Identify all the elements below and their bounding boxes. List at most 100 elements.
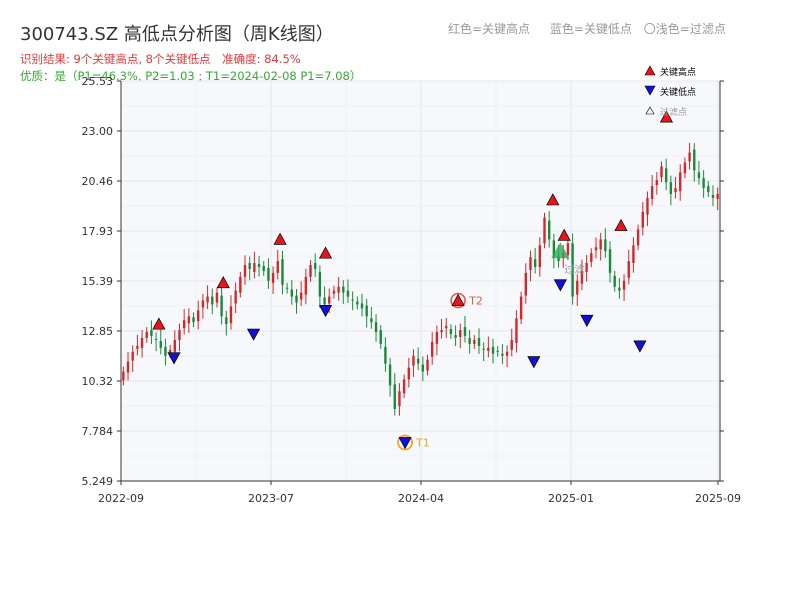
- filtered-label: 过滤: [564, 263, 584, 276]
- candle-body: [346, 290, 350, 297]
- candle-body: [323, 297, 326, 305]
- candle-body: [519, 296, 523, 320]
- legend-filtered-label: 过滤点: [660, 106, 687, 118]
- candle-body: [533, 259, 537, 267]
- candle-body: [707, 186, 710, 193]
- y-tick-label: 20.46: [82, 175, 114, 188]
- legend-low-label: 关键低点: [660, 86, 696, 98]
- candle-body: [693, 149, 696, 171]
- candle-body: [370, 318, 373, 323]
- candle-body: [618, 287, 621, 291]
- x-tick-label: 2025-09: [695, 492, 741, 505]
- candle-body: [304, 276, 308, 295]
- candlestick-chart: T2 T1 过滤 5.249 7.784 10.32 12.85 15.39 17.93 20.…: [82, 65, 741, 505]
- t1-label: T1: [415, 437, 430, 450]
- candle-body: [271, 272, 275, 283]
- candle-body: [351, 299, 354, 301]
- candle-body: [454, 335, 457, 338]
- candle-body: [543, 217, 546, 244]
- y-tick-label: 5.249: [82, 475, 114, 488]
- candle-body: [159, 340, 162, 348]
- candle-body: [636, 229, 640, 246]
- legend-high-label: 关键高点: [660, 66, 696, 78]
- candle-body: [505, 351, 509, 356]
- candle-body: [122, 371, 125, 381]
- candle-body: [515, 318, 518, 343]
- candle-body: [622, 280, 626, 290]
- candle-body: [356, 301, 359, 305]
- candle-body: [182, 320, 186, 329]
- candle-body: [187, 316, 191, 324]
- candle-body: [384, 346, 387, 364]
- t2-label: T2: [468, 295, 483, 308]
- candle-body: [576, 280, 579, 295]
- candle-body: [613, 275, 616, 287]
- y-tick-label: 23.00: [82, 125, 114, 138]
- candle-body: [426, 359, 429, 371]
- candle-body: [318, 271, 322, 297]
- candle-body: [295, 295, 298, 303]
- candle-body: [674, 188, 677, 193]
- candle-body: [599, 239, 602, 250]
- candle-body: [299, 292, 303, 300]
- candle-body: [332, 290, 336, 294]
- y-tick-label: 10.32: [82, 375, 114, 388]
- candle-body: [398, 391, 401, 407]
- candle-body: [374, 322, 378, 333]
- candle-body: [632, 245, 635, 264]
- candle-body: [435, 332, 439, 344]
- candle-body: [337, 286, 340, 293]
- candle-body: [225, 317, 228, 325]
- x-tick-label: 2023-07: [248, 492, 294, 505]
- candle-body: [590, 253, 593, 263]
- candle-body: [206, 296, 209, 303]
- candle-body: [360, 303, 364, 309]
- candle-body: [173, 339, 177, 352]
- candle-body: [201, 300, 205, 308]
- candle-body: [627, 261, 630, 278]
- candle-body: [150, 330, 153, 337]
- candle-body: [421, 364, 425, 372]
- candle-body: [679, 172, 682, 192]
- candle-body: [178, 330, 181, 340]
- candle-body: [459, 330, 462, 338]
- candle-body: [510, 339, 513, 350]
- candle-body: [342, 286, 345, 293]
- y-tick-label: 15.39: [82, 275, 114, 288]
- x-tick-label: 2024-04: [398, 492, 444, 505]
- candle-body: [412, 355, 415, 366]
- candle-body: [126, 361, 130, 373]
- candle-body: [547, 220, 551, 240]
- candle-body: [468, 337, 471, 344]
- candle-body: [131, 351, 134, 361]
- candle-body: [529, 257, 532, 270]
- candle-body: [683, 162, 687, 174]
- candle-body: [281, 259, 284, 285]
- candle-body: [501, 353, 504, 356]
- candle-body: [248, 263, 251, 269]
- candle-body: [234, 290, 237, 304]
- candle-body: [197, 310, 200, 322]
- candle-body: [669, 182, 673, 195]
- candle-body: [388, 364, 392, 386]
- candle-body: [655, 180, 659, 186]
- candle-body: [239, 276, 242, 293]
- candle-body: [430, 341, 434, 357]
- candle-body: [688, 152, 691, 162]
- candle-body: [585, 263, 588, 272]
- candle-body: [716, 194, 719, 199]
- candle-body: [285, 287, 289, 289]
- candle-body: [702, 178, 705, 189]
- y-tick-label: 7.784: [82, 425, 114, 438]
- candle-body: [192, 317, 195, 323]
- candle-body: [267, 267, 270, 281]
- candle-body: [243, 265, 247, 277]
- candle-body: [650, 186, 654, 199]
- candle-body: [477, 337, 481, 346]
- candle-body: [211, 296, 214, 305]
- candle-body: [594, 247, 598, 251]
- candle-body: [491, 346, 495, 354]
- candle-body: [328, 296, 331, 304]
- candle-body: [215, 292, 219, 303]
- candle-body: [440, 330, 443, 333]
